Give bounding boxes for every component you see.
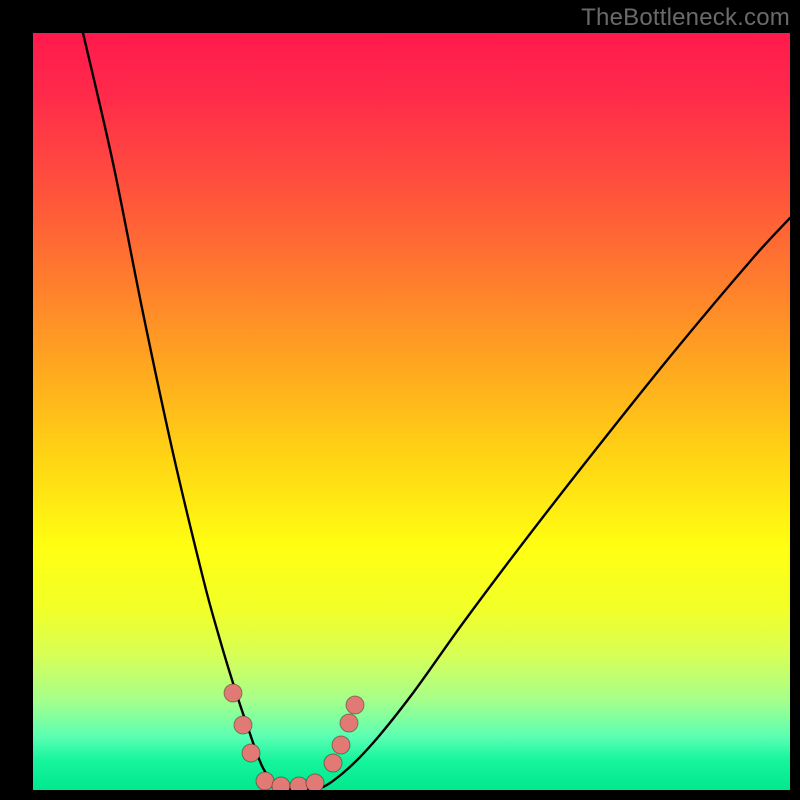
curve-layer bbox=[33, 33, 790, 790]
data-dot bbox=[234, 716, 252, 734]
data-dot bbox=[346, 696, 364, 714]
watermark-text: TheBottleneck.com bbox=[581, 4, 790, 32]
data-dot bbox=[332, 736, 350, 754]
data-dot bbox=[306, 774, 324, 790]
data-dot bbox=[272, 777, 290, 790]
plot-area bbox=[33, 33, 790, 790]
data-dot bbox=[340, 714, 358, 732]
bottleneck-curve bbox=[83, 33, 790, 790]
data-dot bbox=[224, 684, 242, 702]
data-dot bbox=[290, 777, 308, 790]
chart-frame: TheBottleneck.com bbox=[0, 0, 800, 800]
data-dot bbox=[256, 772, 274, 790]
data-dot bbox=[324, 754, 342, 772]
data-dot bbox=[242, 744, 260, 762]
